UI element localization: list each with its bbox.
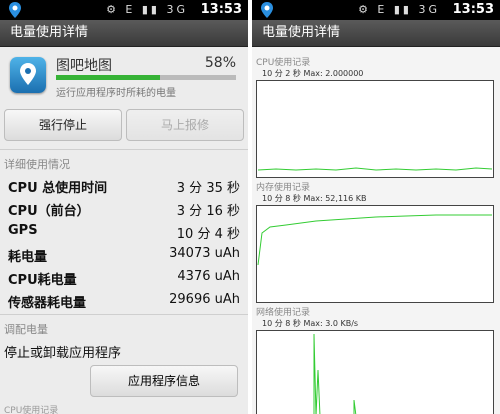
app-info-button[interactable]: 应用程序信息 [90,365,238,397]
right-phone-screen: ⚙ E ▮▮ 3G 13:53 电量使用详情 CPU使用记录 10 分 2 秒 … [252,0,500,414]
cpu-section-label: CPU使用记录 [256,58,311,68]
status-icons: ⚙ E ▮▮ 3G [358,3,440,16]
status-icons: ⚙ E ▮▮ 3G [106,3,188,16]
detail-value: 4376 uAh [177,269,240,284]
detail-label: CPU（前台） [8,204,90,219]
network-graph: 10 分 8 秒 Max: 3.0 KB/s [256,318,494,414]
detail-value: 29696 uAh [169,292,240,307]
detail-label: CPU耗电量 [8,273,77,288]
detail-row: 传感器耗电量 29696 uAh [0,289,248,312]
cpu-graph-plot [256,80,494,178]
detail-value: 3 分 16 秒 [176,204,240,219]
detail-value: 34073 uAh [169,246,240,261]
usage-progress-bar [56,75,236,80]
details-header: 详细使用情况 [4,158,70,171]
status-time: 13:53 [200,2,242,17]
map-pin-icon [261,2,273,18]
detail-row: CPU 总使用时间 3 分 35 秒 [0,174,248,197]
status-bar: ⚙ E ▮▮ 3G 13:53 [0,0,248,20]
detail-row: 耗电量 34073 uAh [0,243,248,266]
detail-value: 10 分 4 秒 [176,227,240,242]
map-pin-icon [9,2,21,18]
detail-row: CPU（前台） 3 分 16 秒 [0,197,248,220]
memory-graph-plot [256,205,494,303]
status-time: 13:53 [452,2,494,17]
map-pin-icon [20,63,36,85]
detail-label: 耗电量 [8,250,48,265]
cpu-graph-caption: 10 分 2 秒 Max: 2.000000 [262,69,364,78]
status-bar: ⚙ E ▮▮ 3G 13:53 [252,0,500,20]
app-name: 图吧地图 [56,58,112,74]
page-title: 电量使用详情 [0,20,248,47]
adjust-header: 调配电量 [4,323,48,336]
app-card: 图吧地图 58% 运行应用程序时所耗的电量 [0,47,248,105]
stop-uninstall-text: 停止或卸载应用程序 [4,346,122,361]
details-list: CPU 总使用时间 3 分 35 秒 CPU（前台） 3 分 16 秒 GPS 10 分 … [0,174,248,312]
action-buttons: 强行停止 马上报修 [0,105,248,150]
cpu-history-label: CPU使用记录 [4,406,59,414]
memory-graph-caption: 10 分 8 秒 Max: 52,116 KB [262,194,367,203]
network-section-label: 网络使用记录 [256,308,311,318]
cpu-graph: 10 分 2 秒 Max: 2.000000 [256,68,494,180]
force-stop-button[interactable]: 强行停止 [4,109,122,141]
detail-label: 传感器耗电量 [8,296,87,311]
app-icon [10,57,46,93]
usage-progress-fill [56,75,161,80]
detail-row: CPU耗电量 4376 uAh [0,266,248,289]
memory-graph: 10 分 8 秒 Max: 52,116 KB [256,193,494,305]
left-phone-screen: ⚙ E ▮▮ 3G 13:53 电量使用详情 图吧地图 58% 运行应用程序时所… [0,0,248,414]
detail-label: GPS [8,223,38,238]
detail-row: GPS 10 分 4 秒 [0,220,248,243]
app-usage-percent: 58% [204,55,236,71]
detail-label: CPU 总使用时间 [8,181,108,196]
app-usage-desc: 运行应用程序时所耗的电量 [56,88,176,99]
network-graph-plot [256,330,494,414]
memory-section-label: 内存使用记录 [256,183,311,193]
detail-value: 3 分 35 秒 [176,181,240,196]
network-graph-caption: 10 分 8 秒 Max: 3.0 KB/s [262,319,359,328]
page-title: 电量使用详情 [252,20,500,47]
report-button[interactable]: 马上报修 [126,109,244,141]
